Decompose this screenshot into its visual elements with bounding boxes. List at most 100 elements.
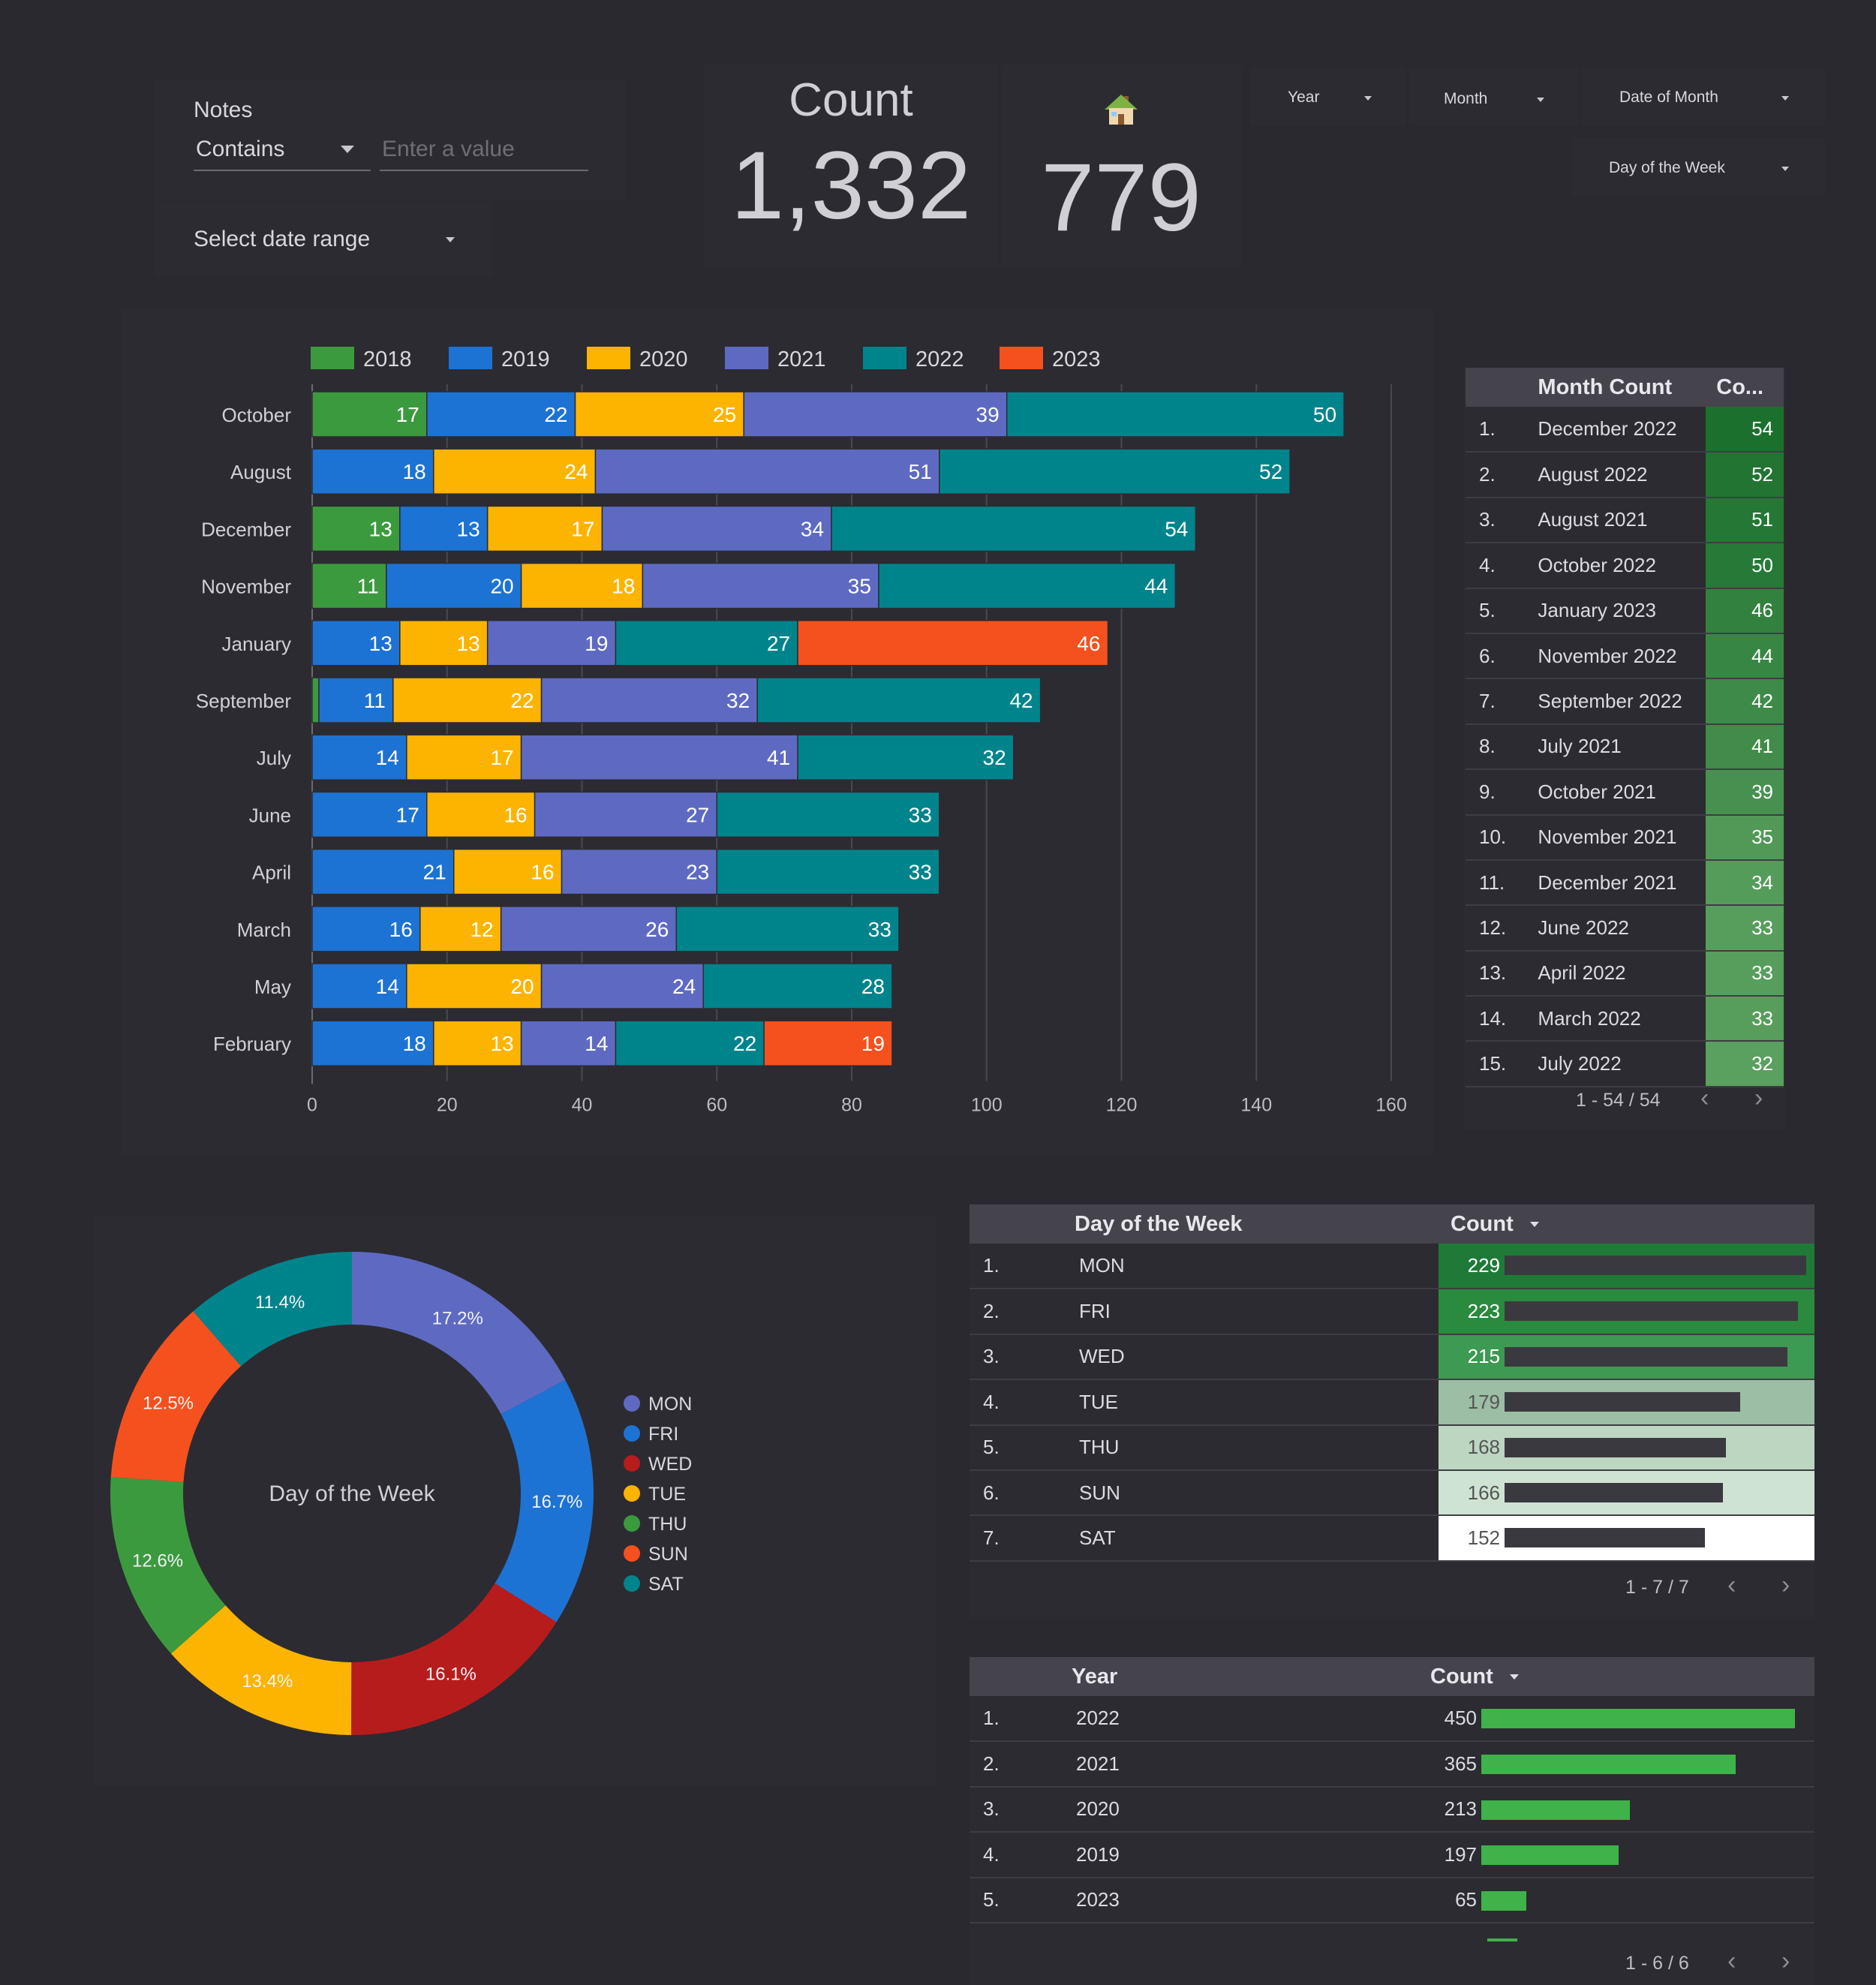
row-day-label: FRI: [1075, 1289, 1439, 1335]
day-of-week-header[interactable]: Day of the Week: [1075, 1205, 1439, 1244]
partial-next-row-bar: [1487, 1938, 1517, 1941]
bar-segment: [939, 448, 1291, 495]
count-bar: [1505, 1392, 1740, 1412]
data-label: 14: [376, 975, 399, 998]
table-row[interactable]: 2. FRI 223: [970, 1289, 1814, 1335]
row-rank: 3.: [970, 1334, 1075, 1381]
prev-page-icon[interactable]: ‹: [1700, 1084, 1709, 1113]
row-rank: 2.: [1466, 452, 1538, 498]
prev-page-icon[interactable]: ‹: [1727, 1571, 1736, 1600]
row-year-label: 2023: [1072, 1877, 1430, 1923]
data-label: 33: [868, 918, 891, 941]
operator-select[interactable]: Contains: [194, 135, 371, 173]
table-row[interactable]: 5. January 2023 46: [1466, 588, 1784, 634]
date-of-month-dropdown-label: Date of Month: [1619, 89, 1718, 106]
table-row[interactable]: 12. June 2022 33: [1466, 905, 1784, 952]
y-tick-label: March: [237, 919, 291, 941]
table-row[interactable]: 10. November 2021 35: [1466, 814, 1784, 861]
table-row[interactable]: 6. November 2022 44: [1466, 633, 1784, 680]
row-count-cell: 450: [1430, 1696, 1814, 1743]
caret-down-icon: [1781, 167, 1789, 171]
data-label: 19: [585, 632, 608, 655]
next-page-icon[interactable]: ›: [1754, 1084, 1763, 1113]
row-rank: 2.: [970, 1741, 1072, 1788]
row-rank: 4.: [970, 1832, 1072, 1878]
table-row[interactable]: 14. March 2022 33: [1466, 996, 1784, 1042]
table-row[interactable]: 1. 2022 450: [970, 1696, 1814, 1743]
table-row[interactable]: 4. TUE 179: [970, 1379, 1814, 1426]
data-label: 14: [585, 1032, 608, 1055]
row-month-label: August 2021: [1538, 497, 1706, 544]
row-count-value: 33: [1706, 905, 1784, 952]
table-row[interactable]: 5. 2023 65: [970, 1877, 1814, 1923]
row-rank: 6.: [1466, 633, 1538, 680]
year-dropdown[interactable]: Year: [1250, 68, 1406, 126]
row-count-value: 213: [1444, 1797, 1477, 1821]
prev-page-icon[interactable]: ‹: [1727, 1947, 1736, 1976]
row-year-label: 2022: [1072, 1696, 1430, 1743]
rank-header: [970, 1657, 1072, 1696]
x-tick-label: 100: [971, 1094, 1003, 1115]
table-row[interactable]: 8. July 2021 41: [1466, 723, 1784, 771]
table-row[interactable]: 1. December 2022 54: [1466, 407, 1784, 453]
year-header[interactable]: Year: [1072, 1657, 1430, 1696]
stacked-bar-chart: 0 20 40 60 80 100 120 140 1602018 2019 2020 2021 202…: [196, 347, 1407, 1115]
row-month-label: July 2021: [1538, 723, 1706, 771]
day-of-week-dropdown[interactable]: Day of the Week: [1571, 138, 1825, 197]
month-count-header[interactable]: Month Count: [1538, 368, 1706, 407]
next-page-icon[interactable]: ›: [1781, 1947, 1790, 1976]
value-input[interactable]: Enter a value: [380, 135, 588, 173]
row-count-cell: 215: [1439, 1334, 1814, 1381]
legend-label: 2020: [639, 347, 688, 371]
data-label: 16: [531, 861, 554, 884]
data-label: 46: [1077, 632, 1100, 655]
y-tick-label: May: [254, 976, 291, 998]
row-rank: 3.: [1466, 497, 1538, 544]
bar-segment: [311, 677, 320, 723]
table-row[interactable]: 2. August 2022 52: [1466, 452, 1784, 498]
year-dropdown-label: Year: [1288, 89, 1320, 106]
day-of-week-table-panel: Day of the Week Count 1. MON 229 2. FRI 223 3.…: [970, 1205, 1814, 1617]
count-header[interactable]: Count: [1439, 1205, 1814, 1244]
next-page-icon[interactable]: ›: [1781, 1571, 1790, 1600]
data-label: 24: [564, 460, 588, 483]
table-row[interactable]: 7. September 2022 42: [1466, 678, 1784, 725]
table-row[interactable]: 5. THU 168: [970, 1424, 1814, 1471]
row-month-label: January 2023: [1538, 588, 1706, 634]
table-row[interactable]: 3. August 2021 51: [1466, 497, 1784, 544]
count-header[interactable]: Count: [1430, 1657, 1814, 1696]
x-tick-label: 160: [1375, 1094, 1407, 1115]
table-row[interactable]: 1. MON 229: [970, 1244, 1814, 1290]
table-row[interactable]: 4. October 2022 50: [1466, 543, 1784, 589]
slice-percent-label: 12.6%: [132, 1550, 183, 1571]
day-of-week-table: Day of the Week Count 1. MON 229 2. FRI 223 3.…: [970, 1205, 1814, 1562]
table-row[interactable]: 3. WED 215: [970, 1334, 1814, 1381]
table-row[interactable]: 13. April 2022 33: [1466, 950, 1784, 997]
table-row[interactable]: 3. 2020 213: [970, 1786, 1814, 1833]
table-row[interactable]: 9. October 2021 39: [1466, 769, 1784, 816]
slice-percent-label: 16.7%: [531, 1492, 582, 1512]
table-row[interactable]: 4. 2019 197: [970, 1832, 1814, 1878]
count-bar: [1481, 1709, 1795, 1728]
month-dropdown[interactable]: Month: [1409, 68, 1579, 126]
caret-down-icon: [341, 146, 354, 153]
data-label: 32: [726, 689, 750, 712]
table-row[interactable]: 2. 2021 365: [970, 1741, 1814, 1788]
table-row[interactable]: 11. December 2021 34: [1466, 859, 1784, 907]
table-row[interactable]: 7. SAT 152: [970, 1515, 1814, 1562]
table-row[interactable]: 6. SUN 166: [970, 1469, 1814, 1517]
row-count-cell: 229: [1439, 1244, 1814, 1290]
data-label: 23: [686, 861, 709, 884]
month-count-table-panel: Month Count Co... 1. December 2022 54 2. Aug…: [1463, 368, 1786, 1130]
count-header[interactable]: Co...: [1706, 368, 1784, 407]
table-row[interactable]: 15. July 2022 32: [1466, 1041, 1784, 1087]
data-label: 13: [369, 632, 392, 655]
y-tick-label: August: [230, 461, 292, 483]
slice-percent-label: 16.1%: [425, 1665, 477, 1685]
row-rank: 9.: [1466, 769, 1538, 816]
date-of-month-dropdown[interactable]: Date of Month: [1582, 68, 1825, 126]
row-count-cell: 365: [1430, 1741, 1814, 1788]
row-count-value: 152: [1467, 1526, 1500, 1550]
date-range-control[interactable]: Select date range: [155, 203, 492, 278]
row-rank: 7.: [970, 1515, 1075, 1562]
